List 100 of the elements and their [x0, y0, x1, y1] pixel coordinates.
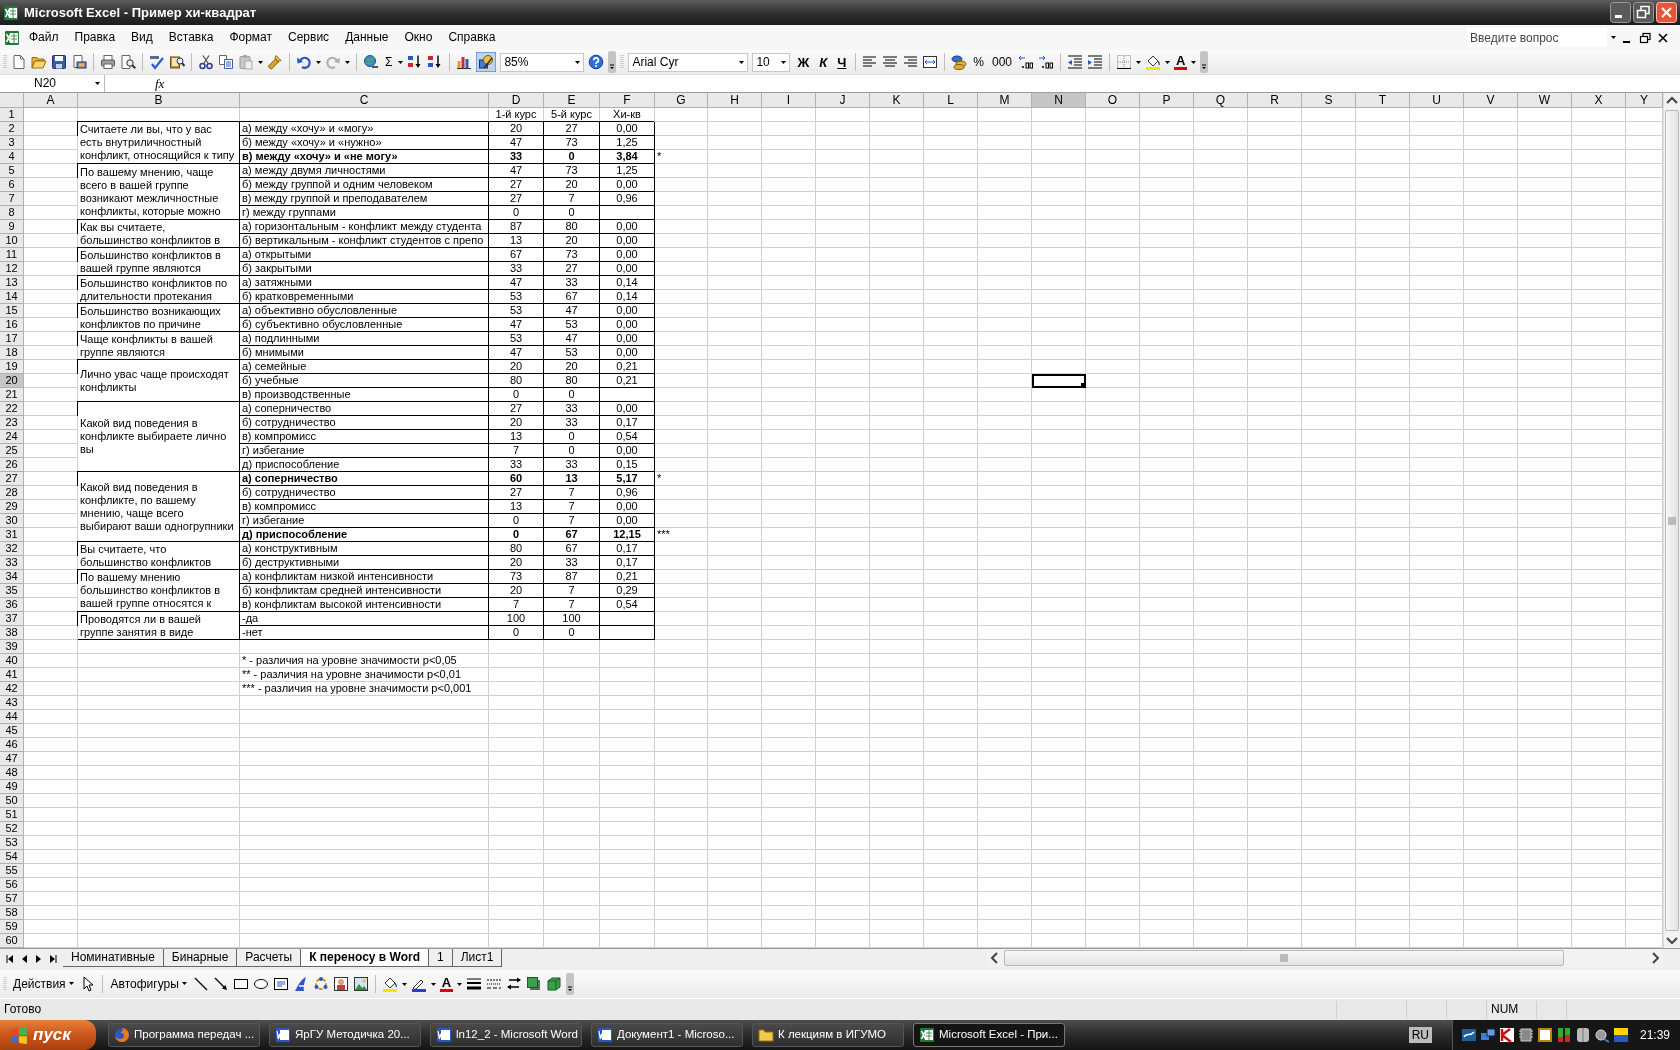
- row-header[interactable]: 54: [0, 850, 24, 864]
- row-header[interactable]: 22: [0, 402, 24, 416]
- borders-icon[interactable]: [1116, 54, 1132, 70]
- toolbar-grip-icon[interactable]: [3, 975, 7, 993]
- line-style-icon[interactable]: [466, 976, 483, 992]
- sheet-tab[interactable]: Номинативные: [63, 949, 164, 967]
- row-header[interactable]: 34: [0, 570, 24, 584]
- capsule-icon[interactable]: [1574, 1027, 1591, 1043]
- dash-style-icon[interactable]: [486, 976, 503, 992]
- meter-icon[interactable]: [1555, 1027, 1572, 1043]
- row-header[interactable]: 46: [0, 738, 24, 752]
- fill-color-icon[interactable]: [381, 976, 398, 992]
- toolbar-grip-icon[interactable]: [620, 53, 625, 71]
- row-header[interactable]: 15: [0, 304, 24, 318]
- row-header[interactable]: 33: [0, 556, 24, 570]
- column-header[interactable]: J: [816, 93, 870, 108]
- column-header[interactable]: W: [1518, 93, 1572, 108]
- column-header[interactable]: Y: [1626, 93, 1663, 108]
- row-header[interactable]: 47: [0, 752, 24, 766]
- column-header[interactable]: I: [762, 93, 816, 108]
- drawing-icon[interactable]: [476, 52, 497, 72]
- first-sheet-icon[interactable]: [6, 954, 14, 964]
- row-header[interactable]: 59: [0, 920, 24, 934]
- caret-icon[interactable]: [781, 60, 787, 64]
- network-icon[interactable]: [1479, 1027, 1496, 1043]
- column-header[interactable]: G: [655, 93, 708, 108]
- row-header[interactable]: 40: [0, 654, 24, 668]
- row-header[interactable]: 35: [0, 584, 24, 598]
- menu-item[interactable]: Формат: [222, 28, 280, 47]
- column-header[interactable]: M: [978, 93, 1032, 108]
- row-header[interactable]: 4: [0, 150, 24, 164]
- previous-sheet-icon[interactable]: [21, 954, 28, 964]
- decrease-decimal-icon[interactable]: [1038, 54, 1054, 70]
- caret-icon[interactable]: [68, 982, 74, 986]
- column-header[interactable]: E: [544, 93, 600, 108]
- selected-cell[interactable]: [1032, 374, 1086, 388]
- row-header[interactable]: 9: [0, 220, 24, 234]
- row-header[interactable]: 1: [0, 108, 24, 122]
- column-header[interactable]: C: [240, 93, 489, 108]
- row-header[interactable]: 43: [0, 696, 24, 710]
- scrollbar-thumb[interactable]: [1665, 110, 1679, 931]
- row-header[interactable]: 24: [0, 430, 24, 444]
- bold-button[interactable]: Ж: [794, 55, 813, 69]
- row-header[interactable]: 52: [0, 822, 24, 836]
- caret-icon[interactable]: [1136, 60, 1141, 64]
- sheet-tab[interactable]: Лист1: [452, 949, 503, 967]
- wave-icon[interactable]: [1460, 1027, 1477, 1043]
- caret-icon[interactable]: [316, 60, 321, 64]
- row-header[interactable]: 32: [0, 542, 24, 556]
- cube-icon[interactable]: [546, 976, 563, 992]
- row-header[interactable]: 57: [0, 892, 24, 906]
- column-header[interactable]: V: [1464, 93, 1518, 108]
- toolbar-grip-icon[interactable]: [3, 53, 7, 71]
- row-header[interactable]: 37: [0, 612, 24, 626]
- column-header[interactable]: R: [1248, 93, 1302, 108]
- restore-icon[interactable]: [1638, 30, 1652, 45]
- row-header[interactable]: 14: [0, 290, 24, 304]
- align-center-icon[interactable]: [882, 54, 899, 70]
- row-header[interactable]: 28: [0, 486, 24, 500]
- menu-item[interactable]: Правка: [67, 28, 123, 47]
- picture-icon[interactable]: [352, 976, 369, 992]
- column-header[interactable]: F: [600, 93, 655, 108]
- row-header[interactable]: 12: [0, 262, 24, 276]
- bar-chart-icon[interactable]: [456, 54, 473, 70]
- menu-item[interactable]: Окно: [397, 28, 440, 47]
- wordart-icon[interactable]: [292, 976, 309, 992]
- row-header[interactable]: 51: [0, 808, 24, 822]
- globe-link-icon[interactable]: [363, 54, 379, 70]
- oval-icon[interactable]: [252, 976, 269, 992]
- sheet-tab[interactable]: Бинарные: [163, 949, 238, 967]
- row-header[interactable]: 8: [0, 206, 24, 220]
- restore-icon[interactable]: [1633, 2, 1654, 23]
- scrollbar-thumb[interactable]: [1004, 950, 1564, 966]
- row-header[interactable]: 56: [0, 878, 24, 892]
- row-header[interactable]: 53: [0, 836, 24, 850]
- autoshapes-button[interactable]: Автофигуры: [108, 976, 189, 992]
- italic-button[interactable]: К: [816, 55, 831, 69]
- row-header[interactable]: 25: [0, 444, 24, 458]
- caret-icon[interactable]: [739, 60, 745, 64]
- coins-icon[interactable]: [951, 54, 968, 70]
- row-header[interactable]: 50: [0, 794, 24, 808]
- zoom-box[interactable]: 85%: [500, 52, 585, 72]
- row-header[interactable]: 6: [0, 178, 24, 192]
- caret-icon[interactable]: [258, 60, 263, 64]
- caret-icon[interactable]: [1611, 36, 1616, 39]
- rectangle-icon[interactable]: [232, 976, 249, 992]
- caret-icon[interactable]: [575, 60, 581, 64]
- sheet-tab[interactable]: 1: [428, 949, 453, 967]
- caret-icon[interactable]: [398, 60, 404, 64]
- caret-icon[interactable]: [1191, 60, 1197, 64]
- taskbar-button[interactable]: ln12_2 - Microsoft Word: [430, 1023, 582, 1047]
- antivirus-icon[interactable]: [1498, 1027, 1515, 1043]
- menu-item[interactable]: Файл: [22, 28, 66, 47]
- row-header[interactable]: 45: [0, 724, 24, 738]
- print-preview-icon[interactable]: [120, 54, 136, 70]
- document-lock-icon[interactable]: [71, 54, 87, 70]
- row-header[interactable]: 23: [0, 416, 24, 430]
- menu-item[interactable]: Справка: [441, 28, 503, 47]
- column-header[interactable]: O: [1086, 93, 1140, 108]
- help-icon[interactable]: [588, 54, 605, 70]
